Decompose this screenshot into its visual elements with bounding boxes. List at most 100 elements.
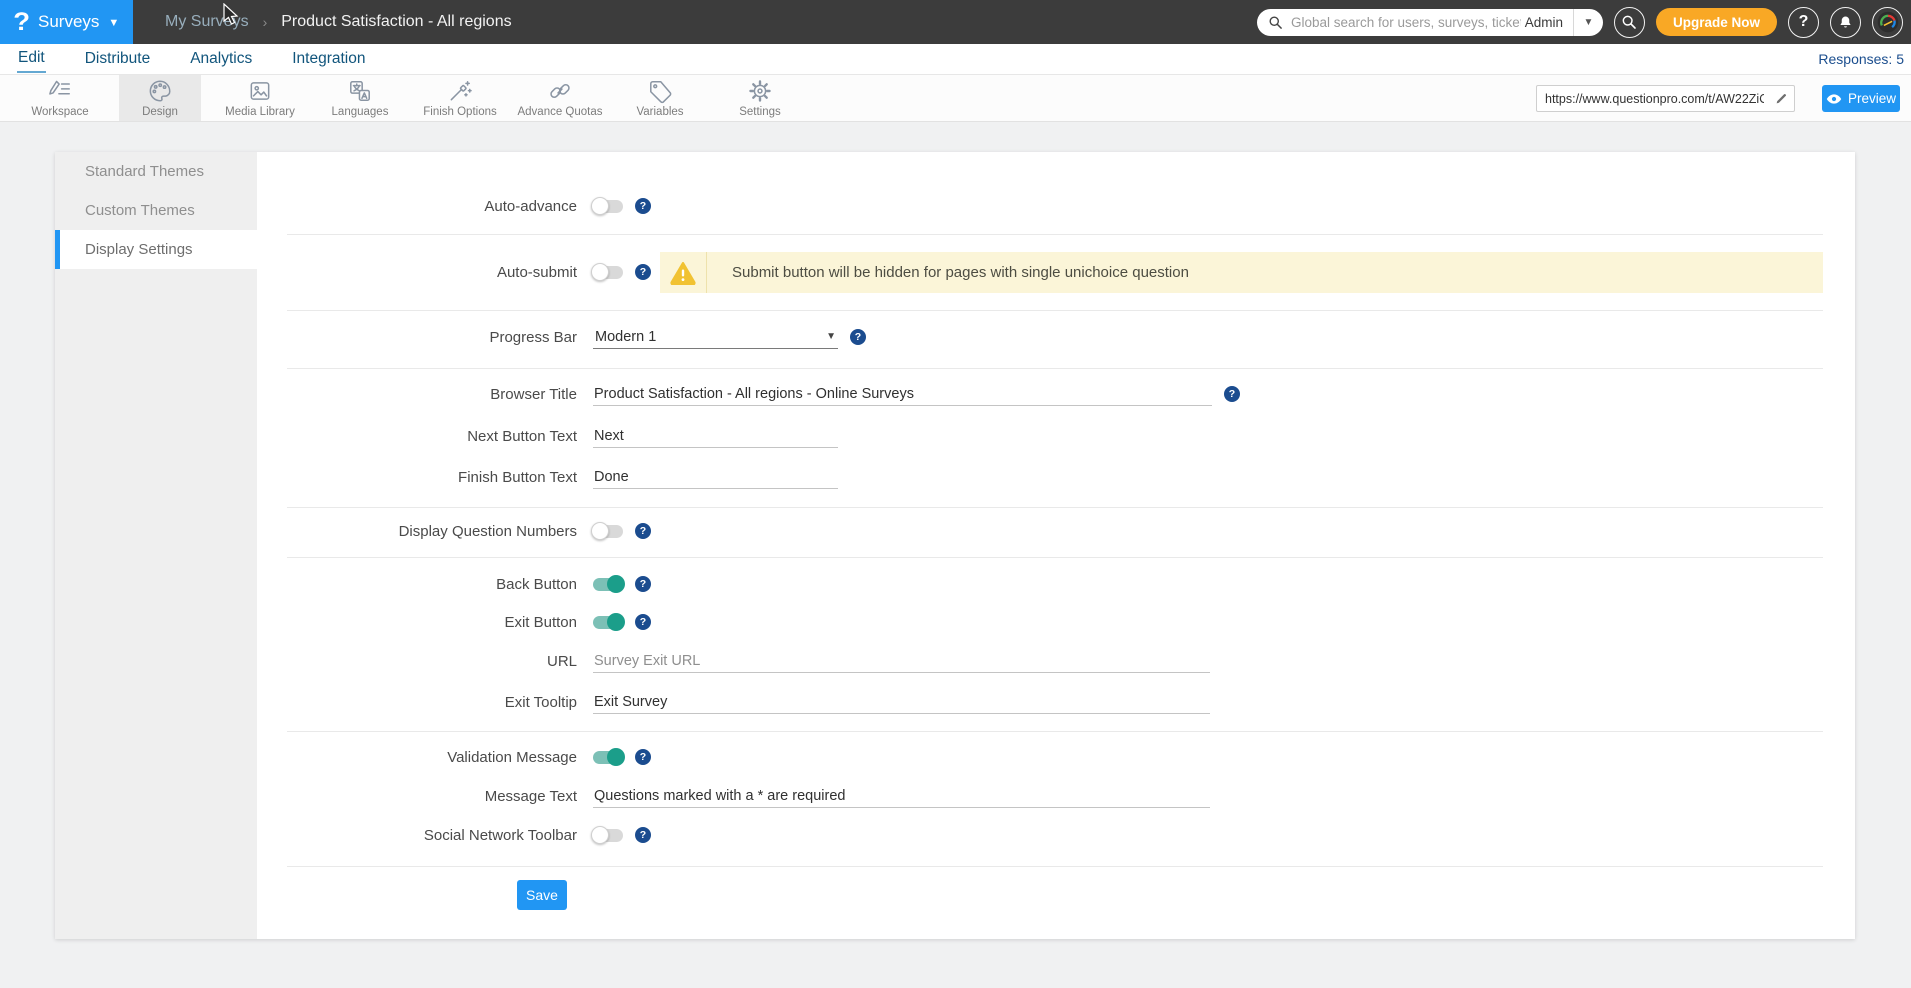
browser-title-input[interactable] <box>593 383 1212 406</box>
sidebar-item-display-settings[interactable]: Display Settings <box>55 230 257 269</box>
toggle-knob <box>607 748 625 766</box>
exit-url-input[interactable] <box>593 650 1210 673</box>
section-divider <box>287 557 1823 558</box>
back-button-toggle[interactable] <box>593 578 623 591</box>
message-text-input[interactable] <box>593 785 1210 808</box>
toolbar-item-media-library[interactable]: Media Library <box>210 75 310 121</box>
tab-integration[interactable]: Integration <box>291 46 366 72</box>
search-button[interactable] <box>1614 7 1645 38</box>
finish-button-text-input[interactable] <box>593 466 838 489</box>
save-button[interactable]: Save <box>517 880 567 910</box>
topbar-right-cluster: Admin ▼ Upgrade Now ? <box>1257 0 1903 44</box>
toolbar-item-finish-options[interactable]: Finish Options <box>410 75 510 121</box>
exit-button-toggle[interactable] <box>593 616 623 629</box>
toolbar-item-settings[interactable]: Settings <box>710 75 810 121</box>
help-icon[interactable]: ? <box>635 523 651 539</box>
chevron-down-icon: ▼ <box>826 331 836 342</box>
tab-distribute[interactable]: Distribute <box>84 46 151 72</box>
breadcrumb-my-surveys[interactable]: My Surveys <box>165 13 249 31</box>
survey-url-input[interactable] <box>1537 92 1768 106</box>
auto-submit-row: Auto-submit ? <box>257 257 651 287</box>
help-icon[interactable]: ? <box>635 576 651 592</box>
exit-url-label: URL <box>257 653 577 670</box>
toolbar-item-label: Design <box>142 106 178 118</box>
help-icon[interactable]: ? <box>635 827 651 843</box>
toolbar-item-label: Settings <box>739 106 781 118</box>
edit-toolbar: Workspace Design Media Library Languages… <box>0 74 1911 122</box>
progress-bar-value: Modern 1 <box>595 329 656 345</box>
advance-quotas-icon <box>547 78 573 104</box>
validation-message-row: Validation Message ? <box>257 742 651 772</box>
message-text-label: Message Text <box>257 788 577 805</box>
exit-tooltip-label: Exit Tooltip <box>257 694 577 711</box>
exit-tooltip-input[interactable] <box>593 691 1210 714</box>
toolbar-item-label: Advance Quotas <box>517 106 602 118</box>
survey-url-box <box>1536 85 1795 112</box>
breadcrumb-separator-icon: › <box>263 14 268 30</box>
help-button[interactable]: ? <box>1788 7 1819 38</box>
progress-bar-select[interactable]: Modern 1 ▼ <box>593 326 838 349</box>
next-button-text-label: Next Button Text <box>257 428 577 445</box>
preview-button[interactable]: Preview <box>1822 85 1900 112</box>
chevron-down-icon: ▼ <box>108 17 119 29</box>
validation-message-toggle[interactable] <box>593 751 623 764</box>
exit-tooltip-row: Exit Tooltip <box>257 687 1210 717</box>
sidebar-item-custom-themes[interactable]: Custom Themes <box>55 191 257 230</box>
upgrade-now-button[interactable]: Upgrade Now <box>1656 8 1777 36</box>
variables-icon <box>647 78 673 104</box>
search-scope-label: Admin <box>1521 15 1573 30</box>
pencil-icon <box>1775 92 1788 105</box>
toggle-knob <box>607 613 625 631</box>
help-icon[interactable]: ? <box>850 329 866 345</box>
toolbar-item-label: Finish Options <box>423 106 497 118</box>
edit-url-button[interactable] <box>1768 92 1794 105</box>
help-icon[interactable]: ? <box>635 749 651 765</box>
global-search[interactable]: Admin ▼ <box>1257 9 1603 36</box>
avatar-logo-icon <box>1877 11 1899 33</box>
progress-bar-row: Progress Bar Modern 1 ▼ ? <box>257 322 866 352</box>
tab-analytics[interactable]: Analytics <box>189 46 253 72</box>
display-question-numbers-toggle[interactable] <box>593 525 623 538</box>
survey-nav-tabs: Edit Distribute Analytics Integration Re… <box>0 44 1911 74</box>
browser-title-label: Browser Title <box>257 386 577 403</box>
global-search-input[interactable] <box>1291 15 1521 30</box>
toolbar-item-advance-quotas[interactable]: Advance Quotas <box>510 75 610 121</box>
media-library-icon <box>247 78 273 104</box>
warning-triangle-icon <box>670 261 696 285</box>
toolbar-item-languages[interactable]: Languages <box>310 75 410 121</box>
help-icon[interactable]: ? <box>635 614 651 630</box>
auto-advance-label: Auto-advance <box>257 198 577 215</box>
help-icon[interactable]: ? <box>635 264 651 280</box>
toolbar-item-design[interactable]: Design <box>119 75 201 121</box>
warning-message: Submit button will be hidden for pages w… <box>707 252 1189 293</box>
auto-submit-toggle[interactable] <box>593 266 623 279</box>
search-scope-dropdown[interactable]: ▼ <box>1573 9 1603 36</box>
auto-submit-label: Auto-submit <box>257 264 577 281</box>
toolbar-item-variables[interactable]: Variables <box>610 75 710 121</box>
social-network-toolbar-toggle[interactable] <box>593 829 623 842</box>
section-divider <box>287 234 1823 235</box>
help-icon[interactable]: ? <box>635 198 651 214</box>
notifications-button[interactable] <box>1830 7 1861 38</box>
auto-advance-toggle[interactable] <box>593 200 623 213</box>
back-button-label: Back Button <box>257 576 577 593</box>
toggle-knob <box>591 522 609 540</box>
app-logo-menu[interactable]: ? Surveys ▼ <box>0 0 133 44</box>
display-settings-panel: Auto-advance ? Auto-submit ? Submit butt… <box>257 152 1855 939</box>
settings-icon <box>747 78 773 104</box>
warning-icon-cell <box>660 252 707 293</box>
user-avatar[interactable] <box>1872 7 1903 38</box>
progress-bar-label: Progress Bar <box>257 329 577 346</box>
auto-submit-warning: Submit button will be hidden for pages w… <box>660 252 1823 293</box>
design-icon <box>147 78 173 104</box>
next-button-text-input[interactable] <box>593 425 838 448</box>
section-divider <box>287 368 1823 369</box>
help-icon[interactable]: ? <box>1224 386 1240 402</box>
toolbar-item-workspace[interactable]: Workspace <box>10 75 110 121</box>
toolbar-item-label: Media Library <box>225 106 295 118</box>
question-mark-icon: ? <box>1799 13 1809 31</box>
sidebar-item-standard-themes[interactable]: Standard Themes <box>55 152 257 191</box>
display-question-numbers-label: Display Question Numbers <box>257 523 577 540</box>
responses-count[interactable]: Responses: 5 <box>1818 51 1904 67</box>
tab-edit[interactable]: Edit <box>17 45 46 73</box>
